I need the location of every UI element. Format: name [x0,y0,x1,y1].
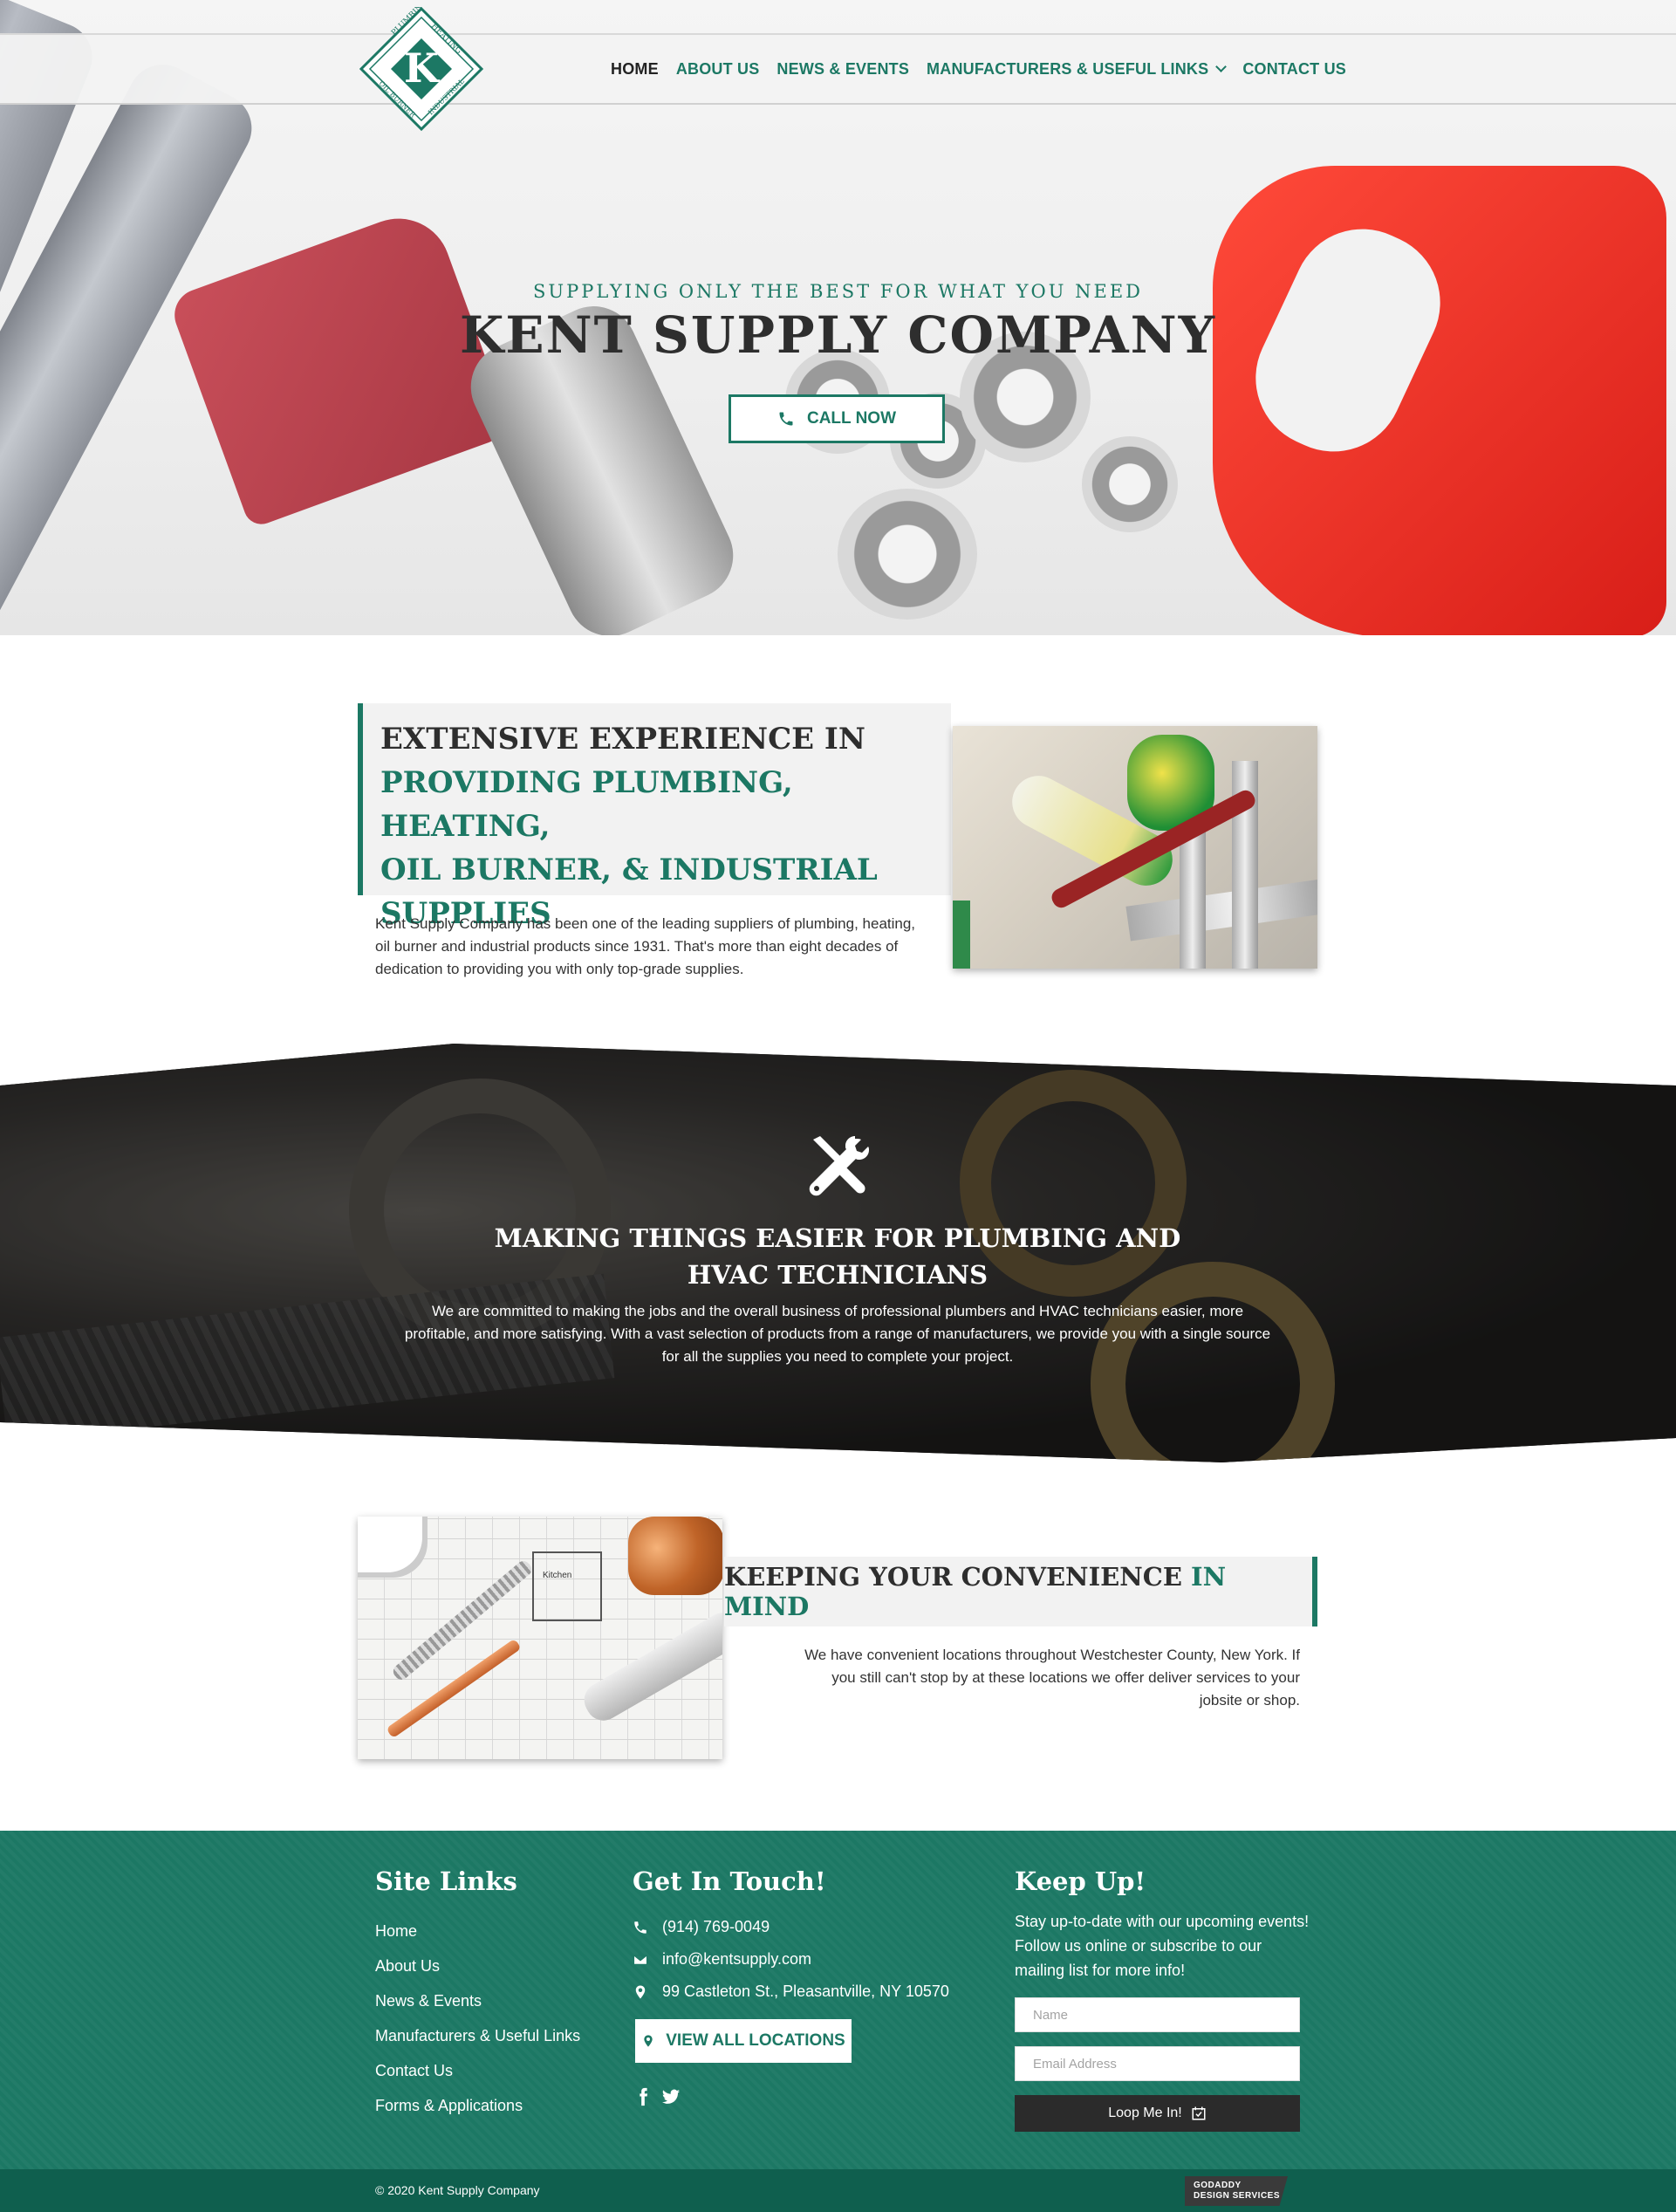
map-pin-icon [644,2035,653,2047]
hero-title: KENT SUPPLY COMPANY [459,305,1217,365]
chevron-down-icon [1215,60,1228,72]
technicians-heading: MAKING THINGS EASIER FOR PLUMBING AND HV… [489,1220,1187,1293]
badge-line2: DESIGN SERVICES [1194,2191,1281,2201]
footer-email[interactable]: info@kentsupply.com [633,1950,811,1969]
image-blueprint-room [532,1551,602,1621]
main-nav: HOME ABOUT US NEWS & EVENTS MANUFACTURER… [611,33,1364,105]
image-pipe [1125,877,1317,942]
image-copper-fittings [628,1517,722,1595]
experience-heading: EXTENSIVE EXPERIENCE IN PROVIDING PLUMBI… [380,717,951,935]
footer-address[interactable]: 99 Castleton St., Pleasantville, NY 1057… [633,1983,949,2001]
footer-link-news-events[interactable]: News & Events [375,1992,482,2010]
calendar-check-icon [1192,2106,1206,2120]
hero-bg-fitting [838,489,977,620]
logo-letter: K [404,45,441,92]
nav-manufacturers[interactable]: MANUFACTURERS & USEFUL LINKS [927,59,1228,79]
technicians-heading-line2: HVAC TECHNICIANS [687,1260,988,1290]
newsletter-name-input[interactable] [1015,1997,1300,2032]
copyright: © 2020 Kent Supply Company [375,2183,540,2197]
footer-phone-text: (914) 769-0049 [662,1918,770,1935]
site-links-title: Site Links [375,1866,517,1896]
hero-bg-fitting [1082,436,1178,532]
godaddy-badge[interactable]: GODADDY DESIGN SERVICES [1185,2176,1288,2206]
plumber-hands-image [953,726,1317,969]
footer-bottom-bar [0,2169,1676,2212]
loop-me-in-button[interactable]: Loop Me In! [1015,2095,1300,2132]
experience-heading-box: EXTENSIVE EXPERIENCE IN PROVIDING PLUMBI… [358,703,951,931]
footer-address-text: 99 Castleton St., Pleasantville, NY 1057… [662,1983,949,2000]
phone-icon [634,1921,646,1934]
keep-up-text: Stay up-to-date with our upcoming events… [1015,1913,1310,1979]
hero-tagline: SUPPLYING ONLY THE BEST FOR WHAT YOU NEE… [532,281,1143,302]
footer-link-about-us[interactable]: About Us [375,1957,440,1976]
envelope-icon [633,1954,648,1965]
technicians-heading-line1: MAKING THINGS EASIER FOR PLUMBING AND [494,1223,1181,1253]
view-all-locations-button[interactable]: VIEW ALL LOCATIONS [635,2019,852,2063]
facebook-icon[interactable] [633,2087,653,2106]
convenience-heading-dark: KEEPING YOUR CONVENIENCE [724,1562,1182,1592]
nav-home[interactable]: HOME [611,60,659,79]
nav-news-events[interactable]: NEWS & EVENTS [776,60,909,79]
blueprint-tools-image: Kitchen [358,1517,722,1759]
hero-bg-pipe-wrench [167,203,514,530]
convenience-heading-box: KEEPING YOUR CONVENIENCE IN MIND [724,1557,1317,1626]
image-pipe [953,901,970,969]
convenience-body: We have convenient locations throughout … [804,1647,1300,1709]
experience-body: Kent Supply Company has been one of the … [375,915,916,977]
badge-line1: GODADDY [1194,2181,1242,2190]
keep-up-title: Keep Up! [1015,1866,1146,1896]
tools-icon [809,1136,869,1196]
kent-supply-logo[interactable]: K PLUMBING HEATING INDUSTRIAL OIL BURNER [359,7,483,131]
nav-manufacturers-label: MANUFACTURERS & USEFUL LINKS [927,59,1209,78]
footer-link-manufacturers[interactable]: Manufacturers & Useful Links [375,2027,580,2045]
call-now-button[interactable]: CALL NOW [729,394,945,443]
newsletter-email-input[interactable] [1015,2046,1300,2081]
nav-about-us[interactable]: ABOUT US [676,60,760,79]
convenience-heading: KEEPING YOUR CONVENIENCE IN MIND [724,1562,1295,1621]
call-now-label: CALL NOW [806,409,897,428]
nav-contact-us[interactable]: CONTACT US [1242,60,1346,79]
map-pin-icon [635,1985,646,1998]
experience-heading-line1: EXTENSIVE EXPERIENCE IN [380,722,865,757]
footer-link-home[interactable]: Home [375,1922,417,1941]
image-blueprint-label: Kitchen [543,1571,572,1580]
experience-heading-line2: PROVIDING PLUMBING, HEATING, [380,765,793,844]
phone-icon [779,412,793,426]
footer-link-forms[interactable]: Forms & Applications [375,2097,523,2115]
loop-me-in-label: Loop Me In! [1108,2106,1182,2120]
experience-heading-line3: OIL BURNER, & INDUSTRIAL [380,853,878,887]
footer-phone[interactable]: (914) 769-0049 [633,1918,770,1936]
footer-email-text: info@kentsupply.com [662,1950,812,1968]
technicians-body: We are committed to making the jobs and … [404,1303,1271,1365]
contact-title: Get In Touch! [633,1866,826,1896]
footer-link-contact-us[interactable]: Contact Us [375,2062,453,2080]
view-all-locations-label: VIEW ALL LOCATIONS [666,2031,845,2050]
twitter-icon[interactable] [661,2087,681,2106]
